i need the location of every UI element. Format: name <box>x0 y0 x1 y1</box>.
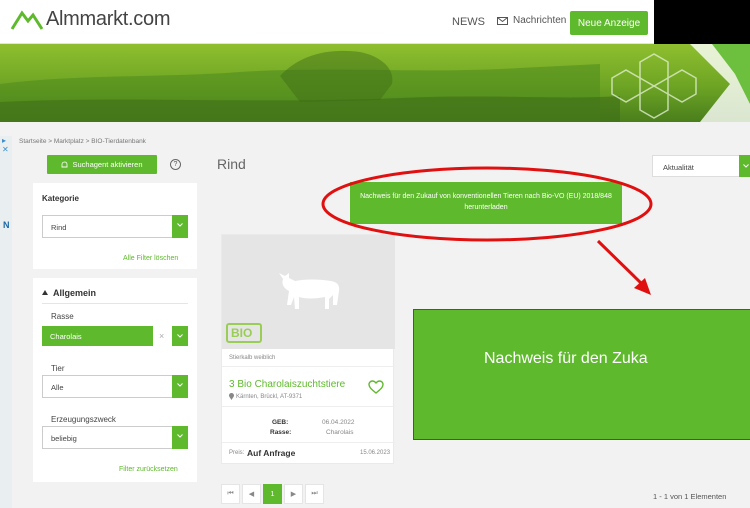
category-select[interactable]: Rind <box>42 215 188 238</box>
breed-value: Charolais <box>50 332 82 341</box>
purpose-label: Erzeugungszweck <box>51 415 116 424</box>
listing-date: 15.06.2023 <box>360 450 391 456</box>
category-chevron[interactable] <box>172 215 188 238</box>
general-title: Allgemein <box>53 288 97 298</box>
mountain-logo-icon <box>10 10 44 30</box>
chevron-down-icon <box>177 223 183 227</box>
birth-label: GEB: <box>272 419 289 426</box>
hero-banner <box>0 44 750 122</box>
animal-label: Tier <box>51 364 65 373</box>
divider <box>42 303 188 304</box>
left-side-strip: ▸ ✕ N <box>0 136 12 508</box>
redacted-area <box>654 0 750 44</box>
animal-chevron[interactable] <box>172 375 188 398</box>
map-pin-icon <box>229 393 234 400</box>
reset-filters-link[interactable]: Filter zurücksetzen <box>119 466 178 473</box>
prev-page-button[interactable]: ◀ <box>242 484 261 504</box>
collapse-up-icon[interactable] <box>42 290 48 295</box>
page-1-button[interactable]: 1 <box>263 484 282 504</box>
sort-select[interactable]: Aktualität <box>652 155 750 177</box>
pagination: ⏮ ◀ 1 ▶ ⏭ <box>221 484 326 504</box>
breadcrumb[interactable]: Startseite > Marktplatz > BIO-Tierdatenb… <box>19 138 146 145</box>
category-filter-panel: Kategorie Rind Alle Filter löschen <box>33 183 197 269</box>
chevron-down-icon <box>743 164 749 168</box>
listing-location: Kärnten, Brückl, AT-9371 <box>229 393 302 400</box>
new-ad-button[interactable]: Neue Anzeige <box>570 11 648 35</box>
listing-card[interactable]: BIO Stierkalb weiblich 3 Bio Charolaiszu… <box>221 234 395 464</box>
bio-badge: BIO <box>226 323 262 343</box>
animal-select[interactable]: Alle <box>42 375 188 398</box>
site-logo[interactable]: Almmarkt.com <box>10 7 170 31</box>
sort-value: Aktualität <box>663 163 694 172</box>
purpose-select[interactable]: beliebig <box>42 426 188 449</box>
last-page-button[interactable]: ⏭ <box>305 484 324 504</box>
clear-breed-icon[interactable]: × <box>159 331 164 341</box>
divider <box>222 442 395 443</box>
category-value: Rind <box>51 223 67 232</box>
top-navigation-bar: Almmarkt.com NEWS Nachrichten Neue Anzei… <box>0 0 750 44</box>
envelope-icon <box>497 16 508 25</box>
chevron-down-icon <box>177 334 183 338</box>
page-title: Rind <box>217 156 246 172</box>
zoomed-notice-text: Nachweis für den Zuka <box>484 350 648 367</box>
general-filter-panel: Allgemein Rasse Charolais × Tier Alle Er… <box>33 278 197 482</box>
divider <box>222 366 395 367</box>
category-title: Kategorie <box>42 194 79 203</box>
breed-detail-value: Charolais <box>326 429 354 436</box>
banner-graphic <box>0 44 750 122</box>
price-value: Auf Anfrage <box>247 448 296 458</box>
price-label: Preis: <box>229 450 245 456</box>
listing-category: Stierkalb weiblich <box>229 355 276 361</box>
animal-value: Alle <box>51 383 64 392</box>
nav-news-link[interactable]: NEWS <box>452 16 485 28</box>
help-icon[interactable]: ? <box>170 159 181 170</box>
first-page-button[interactable]: ⏮ <box>221 484 240 504</box>
listing-location-text: Kärnten, Brückl, AT-9371 <box>236 393 303 400</box>
breed-detail-label: Rasse: <box>270 429 292 436</box>
results-count: 1 - 1 von 1 Elementen <box>653 492 727 501</box>
bull-icon <box>279 273 340 309</box>
breed-select[interactable]: Charolais <box>42 326 153 346</box>
purpose-value: beliebig <box>51 434 77 443</box>
sort-chevron[interactable] <box>739 155 750 177</box>
nav-messages-label: Nachrichten <box>513 15 567 26</box>
divider <box>222 406 395 407</box>
heart-icon[interactable] <box>368 380 384 394</box>
side-letter: N <box>3 220 10 230</box>
zoomed-notice-callout: Nachweis für den Zuka <box>413 309 750 440</box>
close-icon[interactable]: ▸ ✕ <box>2 136 12 154</box>
chevron-down-icon <box>177 434 183 438</box>
nav-messages-link[interactable]: Nachrichten <box>497 15 566 26</box>
birth-value: 06.04.2022 <box>322 419 355 426</box>
annotation-arrow-head <box>634 278 651 295</box>
proof-download-button[interactable]: Nachweis für den Zukauf von konventionel… <box>350 182 622 224</box>
bell-icon <box>61 161 68 167</box>
clear-all-filters-link[interactable]: Alle Filter löschen <box>123 255 178 262</box>
breed-label: Rasse <box>51 312 74 321</box>
purpose-chevron[interactable] <box>172 426 188 449</box>
annotation-arrow-line <box>596 239 645 287</box>
search-agent-button[interactable]: Suchagent aktivieren <box>47 155 157 174</box>
breed-chevron[interactable] <box>172 326 188 346</box>
logo-text: Almmarkt.com <box>46 7 171 30</box>
next-page-button[interactable]: ▶ <box>284 484 303 504</box>
chevron-down-icon <box>177 383 183 387</box>
listing-image[interactable]: BIO <box>222 235 395 349</box>
listing-title[interactable]: 3 Bio Charolaiszuchtstiere <box>229 379 345 390</box>
search-agent-label: Suchagent aktivieren <box>72 160 143 169</box>
